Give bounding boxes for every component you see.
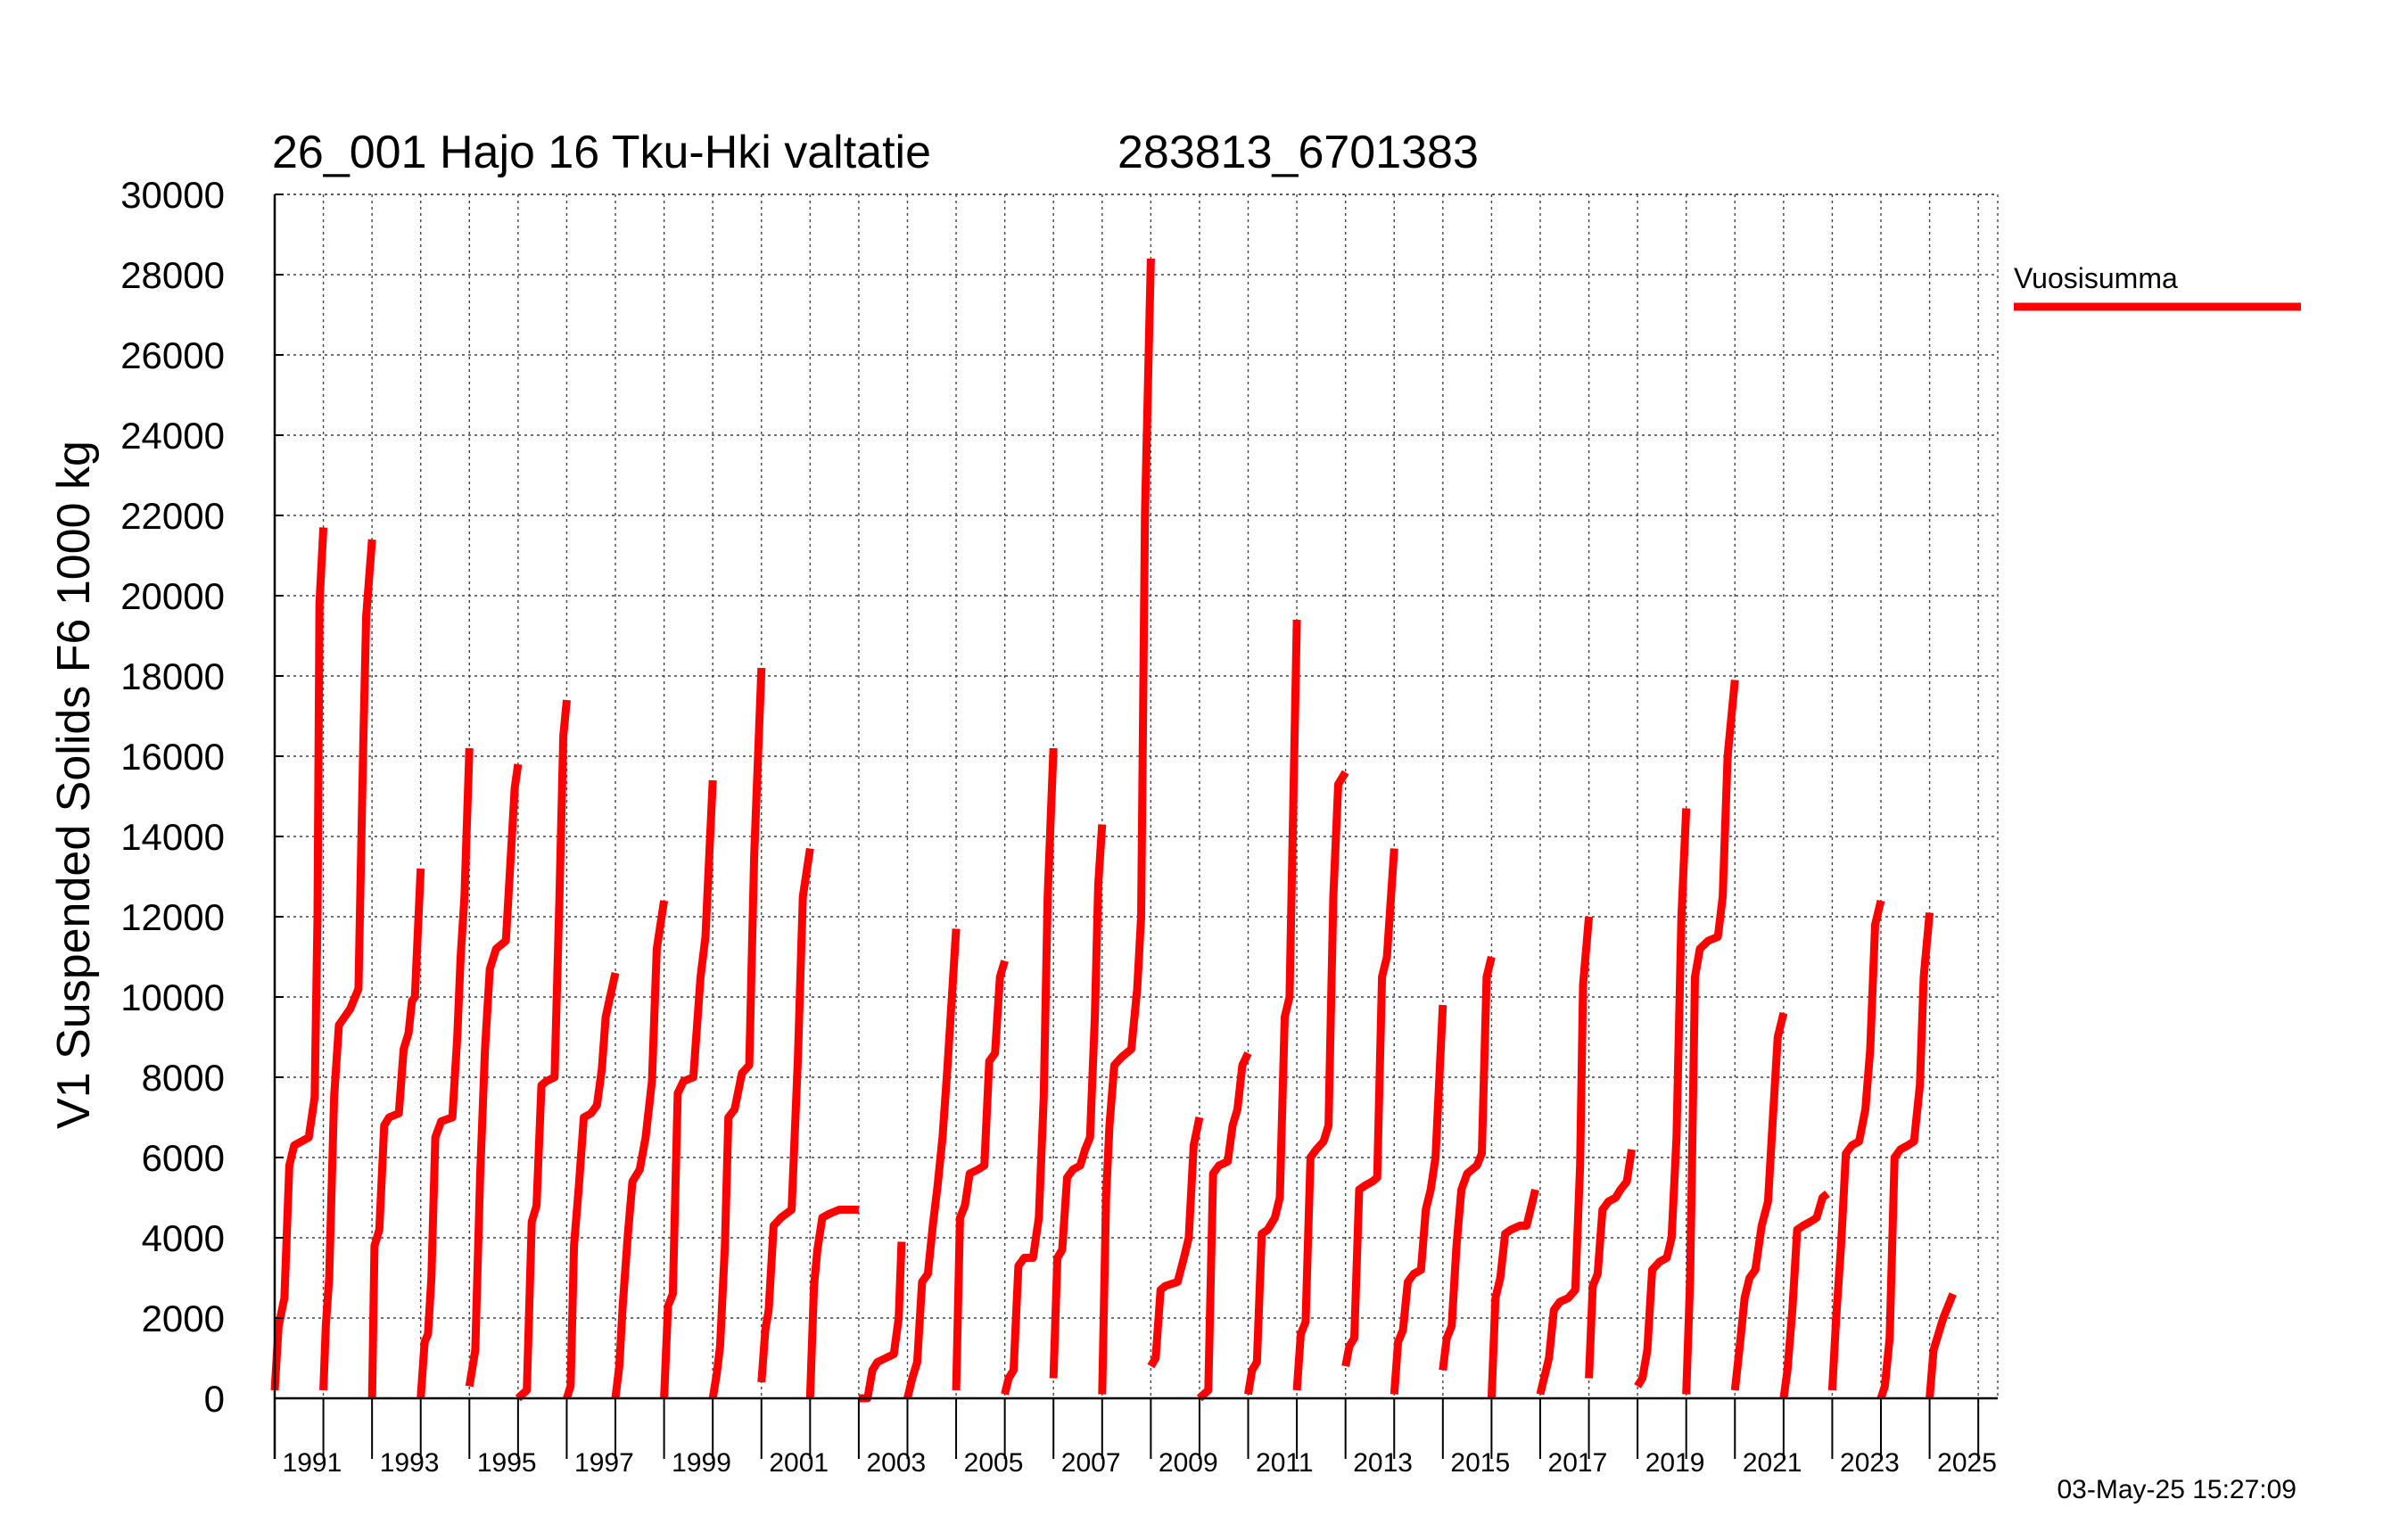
- x-tick-label: 2015: [1450, 1448, 1510, 1478]
- x-tick-label: 1997: [574, 1448, 634, 1478]
- x-tick-label: 2013: [1353, 1448, 1413, 1478]
- chart-title: 26_001 Hajo 16 Tku-Hki valtatie: [272, 127, 931, 178]
- x-tick-label: 2025: [1937, 1448, 1997, 1478]
- chart-subtitle: 283813_6701383: [1117, 127, 1479, 178]
- x-tick-label: 2007: [1061, 1448, 1121, 1478]
- y-tick-label: 26000: [120, 334, 225, 376]
- x-tick-label: 2017: [1548, 1448, 1608, 1478]
- y-axis-label: V1 Suspended Solids F6 1000 kg: [48, 441, 100, 1129]
- x-tick-label: 2009: [1159, 1448, 1218, 1478]
- y-tick-label: 14000: [120, 816, 225, 858]
- x-tick-label: 2003: [866, 1448, 926, 1478]
- x-tick-label: 2011: [1256, 1448, 1314, 1478]
- x-tick-label: 1991: [283, 1448, 342, 1478]
- y-tick-label: 4000: [142, 1217, 225, 1259]
- y-tick-label: 16000: [120, 736, 225, 778]
- y-tick-label: 22000: [120, 495, 225, 537]
- y-tick-label: 0: [204, 1378, 225, 1420]
- y-tick-label: 28000: [120, 254, 225, 296]
- x-tick-label: 1993: [380, 1448, 440, 1478]
- chart: 0 2000 4000 6000 8000 10000 12000 14000 16000 180…: [0, 0, 2408, 1516]
- x-tick-label: 2005: [964, 1448, 1024, 1478]
- x-tick-label: 2019: [1645, 1448, 1705, 1478]
- x-tick-label: 2001: [769, 1448, 829, 1478]
- y-tick-label: 30000: [120, 174, 225, 216]
- x-tick-label: 1999: [672, 1448, 731, 1478]
- y-tick-label: 18000: [120, 655, 225, 697]
- y-tick-label: 10000: [120, 976, 225, 1018]
- x-tick-label: 2023: [1840, 1448, 1900, 1478]
- timestamp: 03-May-25 15:27:09: [2057, 1475, 2297, 1504]
- y-tick-label: 8000: [142, 1057, 225, 1099]
- y-tick-label: 20000: [120, 575, 225, 617]
- x-tick-label: 2021: [1743, 1448, 1802, 1478]
- legend-label: Vuosisumma: [2014, 262, 2178, 294]
- y-tick-label: 24000: [120, 415, 225, 457]
- y-tick-label: 12000: [120, 896, 225, 938]
- y-tick-label: 6000: [142, 1137, 225, 1179]
- y-tick-label: 2000: [142, 1298, 225, 1339]
- x-tick-label: 1995: [477, 1448, 537, 1478]
